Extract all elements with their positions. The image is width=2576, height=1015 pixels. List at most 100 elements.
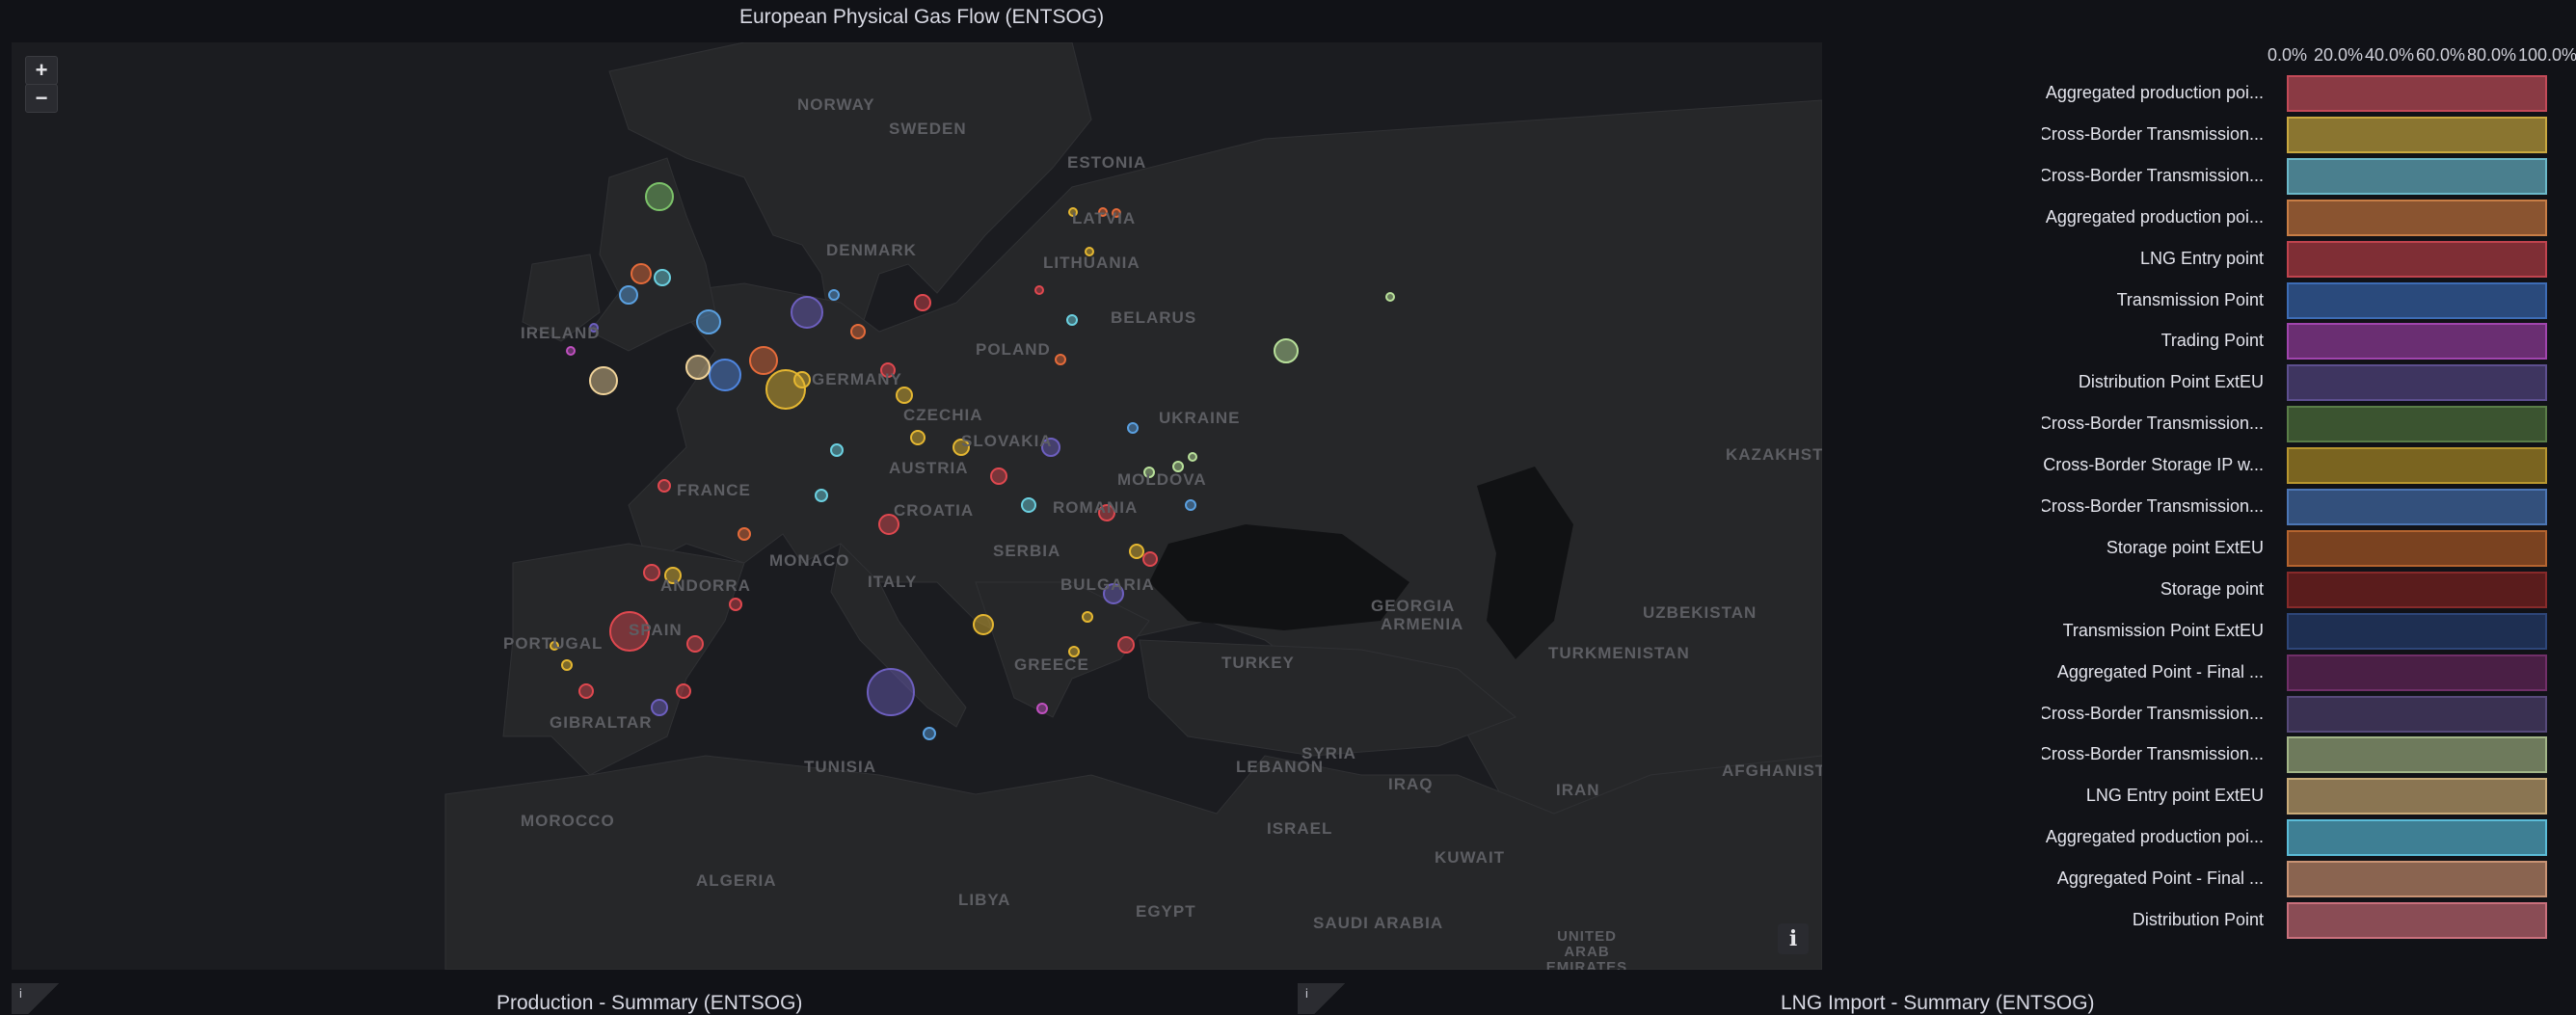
map-label: ROMANIA: [1053, 498, 1139, 517]
bar[interactable]: [2287, 819, 2547, 857]
bar[interactable]: [2287, 447, 2547, 485]
map-label: GEORGIA: [1371, 597, 1456, 615]
flow-point: [709, 359, 741, 391]
map-label: UNITED ARAB EMIRATES: [1545, 928, 1628, 971]
map-label: MOLDOVA: [1117, 470, 1207, 489]
legend-bar-chart: 0.0% 20.0% 40.0% 60.0% 80.0% 100.0% Aggr…: [1832, 35, 2576, 950]
map-info-button[interactable]: i: [1778, 923, 1809, 954]
flow-point: [654, 269, 671, 286]
map-label: BELARUS: [1111, 308, 1197, 327]
x-tick-label: 80.0%: [2467, 45, 2517, 65]
bar-label: Aggregated production poi...: [2045, 827, 2264, 847]
map-label: FRANCE: [677, 481, 751, 499]
flow-point: [1055, 354, 1066, 365]
bar[interactable]: [2287, 612, 2547, 650]
map-label: ALGERIA: [696, 871, 777, 890]
x-tick-label: 60.0%: [2416, 45, 2466, 65]
bar-label: Distribution Point: [2132, 910, 2264, 929]
flow-point: [651, 699, 668, 716]
bar[interactable]: [2287, 240, 2547, 278]
bar[interactable]: [2287, 489, 2547, 525]
map-label: ANDORRA: [660, 576, 751, 595]
map-label: GREECE: [1014, 655, 1089, 674]
flow-point: [566, 346, 576, 356]
map-label: ITALY: [868, 573, 918, 591]
bar[interactable]: [2287, 199, 2547, 236]
flow-point: [973, 614, 994, 635]
flow-point: [1127, 422, 1139, 434]
bar-label: Aggregated Point - Final ...: [2056, 661, 2264, 681]
map-label: IRAQ: [1388, 775, 1434, 793]
bar[interactable]: [2287, 778, 2547, 815]
flow-point: [1082, 611, 1093, 623]
production-summary-title: Production - Summary (ENTSOG): [496, 992, 803, 1014]
flow-point: [850, 324, 866, 339]
bar[interactable]: [2287, 323, 2547, 361]
map-label: ESTONIA: [1067, 153, 1147, 172]
bar[interactable]: [2287, 654, 2547, 691]
flow-point: [685, 355, 711, 380]
zoom-in-button[interactable]: +: [25, 56, 58, 85]
map-label: PORTUGAL: [503, 634, 604, 653]
map-label: LIBYA: [958, 891, 1011, 909]
flow-point: [815, 489, 828, 502]
map-label: IRELAND: [521, 324, 601, 342]
map-label: IRAN: [1556, 781, 1600, 799]
flow-point: [561, 659, 573, 671]
map-label: CZECHIA: [903, 406, 983, 424]
flow-point: [749, 346, 778, 375]
flow-point: [1188, 452, 1197, 462]
flow-point: [1385, 292, 1395, 302]
flow-point: [631, 263, 652, 284]
zoom-out-button[interactable]: −: [25, 84, 58, 113]
bar-label: Aggregated production poi...: [2045, 206, 2264, 227]
bar[interactable]: [2287, 157, 2547, 195]
production-info-button[interactable]: i: [12, 983, 60, 1014]
map-label: TURKMENISTAN: [1548, 644, 1690, 662]
lng-info-button[interactable]: i: [1298, 983, 1346, 1014]
map-label: NORWAY: [797, 95, 875, 114]
bar[interactable]: [2287, 736, 2547, 774]
flow-point: [1142, 551, 1158, 567]
map-label: SLOVAKIA: [961, 432, 1053, 450]
bar-label: Cross-Border Storage IP w...: [2043, 455, 2264, 475]
map-panel-title: European Physical Gas Flow (ENTSOG): [739, 6, 1105, 28]
bar[interactable]: [2287, 364, 2547, 402]
map-label: MONACO: [769, 551, 850, 570]
flow-point: [643, 564, 660, 581]
bar-label: Distribution Point ExtEU: [2078, 372, 2264, 392]
map-label: UKRAINE: [1159, 409, 1241, 427]
flow-point: [619, 285, 638, 305]
map-label: CROATIA: [894, 501, 975, 520]
flow-point: [1117, 636, 1135, 654]
flow-point: [1021, 497, 1036, 513]
map-label: AFGHANISTAN: [1722, 761, 1822, 780]
bar[interactable]: [2287, 902, 2547, 939]
map-label: POLAND: [976, 340, 1051, 359]
map-label: ARMENIA: [1381, 615, 1464, 633]
x-tick-label: 0.0%: [2267, 45, 2308, 65]
map-label: ISRAEL: [1267, 819, 1333, 838]
x-tick-label: 40.0%: [2365, 45, 2415, 65]
map-label: TUNISIA: [804, 758, 876, 776]
bar-label: Cross-Border Transmission...: [2042, 165, 2264, 185]
bar-label: Cross-Border Transmission...: [2042, 414, 2264, 434]
gas-flow-map[interactable]: NORWAY SWEDEN ESTONIA LATVIA LITHUANIA D…: [12, 42, 1822, 970]
bar[interactable]: [2287, 116, 2547, 153]
bar[interactable]: [2287, 861, 2547, 898]
bar[interactable]: [2287, 75, 2547, 112]
flow-point: [896, 387, 913, 404]
bar[interactable]: [2287, 529, 2547, 567]
map-label: GERMANY: [812, 370, 902, 388]
bar[interactable]: [2287, 406, 2547, 443]
bar[interactable]: [2287, 281, 2547, 319]
bar-label: Storage point: [2160, 578, 2264, 599]
flow-point: [1066, 314, 1078, 326]
map-label: MOROCCO: [521, 812, 615, 830]
map-label: LATVIA: [1072, 209, 1137, 227]
flow-point: [729, 598, 742, 611]
bar[interactable]: [2287, 695, 2547, 733]
bar-label: Transmission Point ExtEU: [2062, 620, 2264, 640]
map-label: EGYPT: [1136, 902, 1196, 921]
bar[interactable]: [2287, 571, 2547, 608]
